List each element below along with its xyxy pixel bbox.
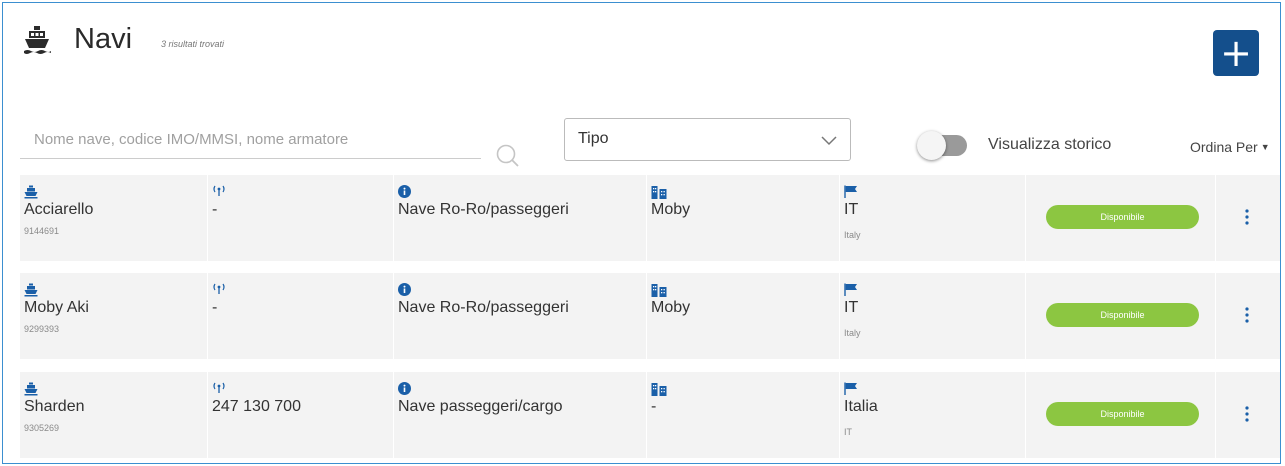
ship-type: Nave Ro-Ro/passeggeri: [398, 201, 569, 218]
ship-icon: [24, 382, 38, 396]
owner-cell: Moby: [647, 273, 840, 359]
status-cell: Disponibile: [1026, 273, 1216, 359]
type-cell: Nave passeggeri/cargo: [394, 372, 647, 458]
flag-country: Italy: [844, 230, 861, 240]
chevron-down-icon: [821, 136, 837, 146]
add-ship-button[interactable]: +: [1213, 30, 1259, 76]
type-select[interactable]: Tipo: [564, 118, 851, 161]
result-count: 3 risultati trovati: [161, 39, 225, 49]
building-icon: [651, 186, 667, 199]
mmsi-cell: -: [208, 175, 394, 261]
flag-icon: [844, 283, 857, 296]
table-row[interactable]: Moby Aki 9299393 - Nave Ro-Ro/passeggeri: [20, 273, 1280, 359]
search-input[interactable]: [20, 121, 481, 159]
owner-cell: -: [647, 372, 840, 458]
table-row[interactable]: Sharden 9305269 247 130 700 Nave passegg…: [20, 372, 1280, 458]
ship-name: Acciarello: [24, 201, 94, 218]
search-icon[interactable]: [495, 143, 521, 169]
flag-icon: [844, 382, 857, 395]
flag-cell: IT Italy: [840, 175, 1026, 261]
owner-name: -: [651, 398, 657, 415]
table-row[interactable]: Acciarello 9144691 - Nave Ro-Ro/passegge…: [20, 175, 1280, 261]
ship-icon: [24, 283, 38, 297]
actions-cell: [1216, 273, 1280, 359]
status-badge: Disponibile: [1046, 303, 1199, 327]
info-icon: [398, 185, 411, 198]
mmsi-value: 247 130 700: [212, 398, 301, 415]
flag-code: Italia: [844, 398, 878, 415]
imo-code: 9144691: [24, 226, 60, 236]
flag-code: IT: [844, 299, 859, 316]
ship-type: Nave Ro-Ro/passeggeri: [398, 299, 569, 316]
actions-cell: [1216, 175, 1280, 261]
mmsi-value: -: [212, 201, 218, 218]
flag-country: Italy: [844, 328, 861, 338]
status-badge: Disponibile: [1046, 205, 1199, 229]
type-cell: Nave Ro-Ro/passeggeri: [394, 273, 647, 359]
ship-name: Moby Aki: [24, 299, 89, 316]
ships-panel: Navi 3 risultati trovati + Tipo Visualiz…: [2, 2, 1281, 464]
status-cell: Disponibile: [1026, 372, 1216, 458]
history-toggle[interactable]: [917, 131, 969, 161]
imo-code: 9299393: [24, 324, 60, 334]
page-title: Navi: [74, 23, 133, 55]
name-cell: Sharden 9305269: [20, 372, 208, 458]
flag-icon: [844, 185, 857, 198]
owner-name: Moby: [651, 201, 691, 218]
more-vertical-icon[interactable]: [1244, 207, 1250, 227]
info-icon: [398, 382, 411, 395]
building-icon: [651, 383, 667, 396]
ship-icon: [24, 185, 38, 199]
antenna-icon: [213, 382, 225, 393]
page-header: Navi 3 risultati trovati +: [3, 3, 1280, 113]
mmsi-cell: -: [208, 273, 394, 359]
flag-cell: IT Italy: [840, 273, 1026, 359]
sort-label: Ordina Per: [1190, 139, 1258, 155]
name-cell: Moby Aki 9299393: [20, 273, 208, 359]
flag-code: IT: [844, 201, 859, 218]
mmsi-value: -: [212, 299, 218, 316]
caret-down-icon: ▼: [1260, 142, 1270, 152]
owner-cell: Moby: [647, 175, 840, 261]
more-vertical-icon[interactable]: [1244, 305, 1250, 325]
type-select-label: Tipo: [578, 130, 609, 147]
ship-type: Nave passeggeri/cargo: [398, 398, 563, 415]
status-cell: Disponibile: [1026, 175, 1216, 261]
building-icon: [651, 284, 667, 297]
imo-code: 9305269: [24, 423, 60, 433]
toggle-knob: [917, 131, 946, 160]
name-cell: Acciarello 9144691: [20, 175, 208, 261]
flag-cell: Italia IT: [840, 372, 1026, 458]
owner-name: Moby: [651, 299, 691, 316]
actions-cell: [1216, 372, 1280, 458]
ship-name: Sharden: [24, 398, 85, 415]
type-cell: Nave Ro-Ro/passeggeri: [394, 175, 647, 261]
info-icon: [398, 283, 411, 296]
antenna-icon: [213, 283, 225, 294]
sort-dropdown[interactable]: Ordina Per ▼: [1190, 139, 1270, 155]
history-toggle-label: Visualizza storico: [988, 136, 1112, 153]
more-vertical-icon[interactable]: [1244, 404, 1250, 424]
mmsi-cell: 247 130 700: [208, 372, 394, 458]
antenna-icon: [213, 185, 225, 196]
status-badge: Disponibile: [1046, 402, 1199, 426]
ship-icon: [24, 26, 51, 54]
flag-country: IT: [844, 427, 852, 437]
